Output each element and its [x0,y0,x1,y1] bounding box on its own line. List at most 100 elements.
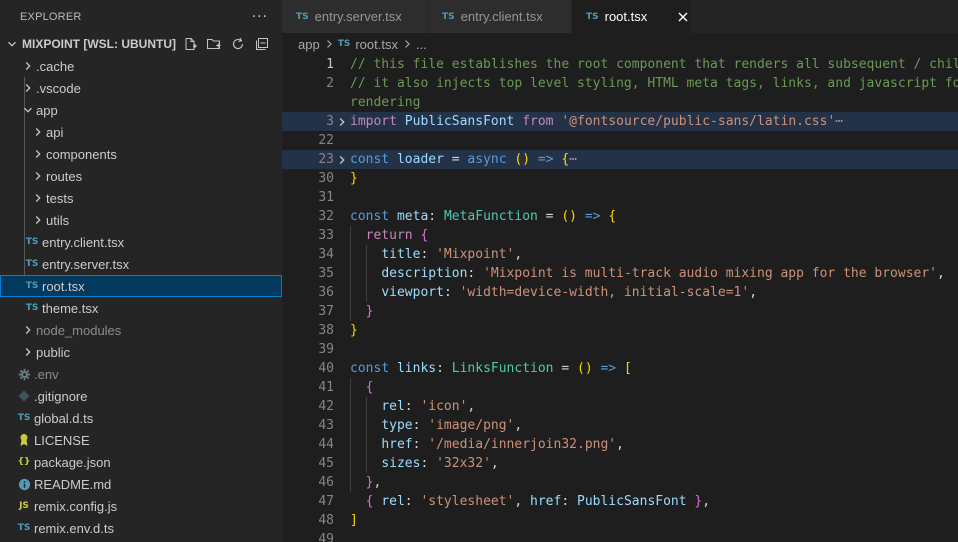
tree-item-public[interactable]: public [0,341,282,363]
code-token: ] [350,513,358,528]
line-number: 2 [326,76,334,91]
chevron-down-icon [4,36,20,52]
code-token: '/media/innerjoin32.png' [428,437,617,452]
explorer-sidebar: EXPLORER ··· MIXPOINT [WSL: UBUNTU] .cac… [0,0,282,542]
code-line: 42 rel: 'icon', [282,397,958,416]
tab-root-tsx[interactable]: TS root.tsx [572,0,692,33]
tree-item-global-d-ts[interactable]: TS global.d.ts [0,407,282,429]
tree-item-gitignore[interactable]: .gitignore [0,385,282,407]
workspace-header[interactable]: MIXPOINT [WSL: UBUNTU] [0,33,282,55]
code-line: 46 }, [282,473,958,492]
code-token: LinksFunction [451,361,554,376]
tree-item-entry-server-tsx[interactable]: TS entry.server.tsx [0,253,282,275]
chevron-right-icon [30,124,46,140]
chevron-down-icon [20,102,36,118]
line-number: 22 [318,133,334,148]
tree-item-routes[interactable]: routes [0,165,282,187]
breadcrumb-folder[interactable]: app [298,37,320,52]
line-number: 40 [318,361,334,376]
tree-item-root-tsx[interactable]: TS root.tsx [0,275,282,297]
code-token: , [490,456,499,471]
editor-tabs: TS entry.server.tsx TS entry.client.tsx TS ro… [282,0,958,33]
code-line: 32 const meta: MetaFunction = () => { [282,207,958,226]
code-line: 37 } [282,302,958,321]
tree-item-env[interactable]: .env [0,363,282,385]
indent-guide [366,397,367,473]
more-actions-icon[interactable]: ··· [252,9,268,25]
refresh-icon[interactable] [230,36,246,52]
tree-item-theme-tsx[interactable]: TS theme.tsx [0,297,282,319]
tree-item-remix-env-d-ts[interactable]: TS remix.env.d.ts [0,517,282,539]
tree-item-vscode[interactable]: .vscode [0,77,282,99]
gear-icon [16,366,32,382]
tree-item-app[interactable]: app [0,99,282,121]
fold-chevron-icon[interactable] [334,154,350,166]
tree-item-package-json[interactable]: {} package.json [0,451,282,473]
tree-item-label: .cache [36,58,75,74]
fold-chevron-icon[interactable] [334,116,350,128]
code-token: 'Mixpoint' [436,247,515,262]
typescript-file-icon: TS [25,259,39,269]
info-icon [16,476,32,492]
typescript-file-icon: TS [442,11,455,22]
tree-item-entry-client-tsx[interactable]: TS entry.client.tsx [0,231,282,253]
code-token: , [467,399,476,414]
tree-item-readme-md[interactable]: README.md [0,473,282,495]
tree-item-tests[interactable]: tests [0,187,282,209]
tree-item-components[interactable]: components [0,143,282,165]
code-editor[interactable]: 1 // this file establishes the root compo… [282,55,958,542]
chevron-right-icon [324,39,334,49]
close-icon[interactable] [675,9,691,25]
code-text: viewport: 'width=device-width, initial-s… [350,285,757,300]
line-number: 42 [318,399,334,414]
code-token: , [702,494,711,509]
code-line: 33 return { [282,226,958,245]
tree-item-utils[interactable]: utils [0,209,282,231]
json-file-icon: {} [17,457,31,467]
code-token: => [537,152,554,167]
typescript-file-icon: TS [296,11,309,22]
tree-item-label: utils [46,212,70,228]
code-line: 45 sizes: '32x32', [282,454,958,473]
code-line: 49 [282,530,958,542]
line-number: 49 [318,532,334,542]
tree-item-label: tests [46,190,74,206]
code-token: : [412,418,429,433]
line-number: 45 [318,456,334,471]
tree-item-license[interactable]: LICENSE [0,429,282,451]
breadcrumb-more[interactable]: ... [416,37,427,52]
tree-item-cache[interactable]: .cache [0,55,282,77]
chevron-right-icon [30,146,46,162]
code-token: const [350,209,390,224]
tree-item-label: README.md [34,476,112,492]
typescript-file-icon: TS [17,523,31,533]
tree-item-api[interactable]: api [0,121,282,143]
code-token: '32x32' [436,456,491,471]
breadcrumb-file[interactable]: root.tsx [355,37,398,52]
code-token: , [937,266,945,281]
code-text: ] [350,513,358,528]
code-text: } [350,323,358,338]
new-file-icon[interactable] [182,36,198,52]
line-number: 23 [318,152,334,167]
tree-item-label: remix.config.js [34,498,118,514]
code-text: rendering [350,95,420,110]
tab-entry-server-tsx[interactable]: TS entry.server.tsx [282,0,428,33]
tab-entry-client-tsx[interactable]: TS entry.client.tsx [428,0,572,33]
code-token: href [381,437,413,452]
line-number: 31 [318,190,334,205]
code-text: { rel: 'stylesheet', href: PublicSansFon… [350,494,710,509]
code-token: // it also injects top level styling, HT… [350,76,958,91]
line-number: 39 [318,342,334,357]
code-text: const loader = async () => {⋯ [350,152,577,167]
new-folder-icon[interactable] [206,36,222,52]
code-text: // it also injects top level styling, HT… [350,76,958,91]
collapse-all-icon[interactable] [254,36,270,52]
line-number: 43 [318,418,334,433]
line-number: 37 [318,304,334,319]
tree-item-node-modules[interactable]: node_modules [0,319,282,341]
tree-item-remix-config-js[interactable]: JS remix.config.js [0,495,282,517]
